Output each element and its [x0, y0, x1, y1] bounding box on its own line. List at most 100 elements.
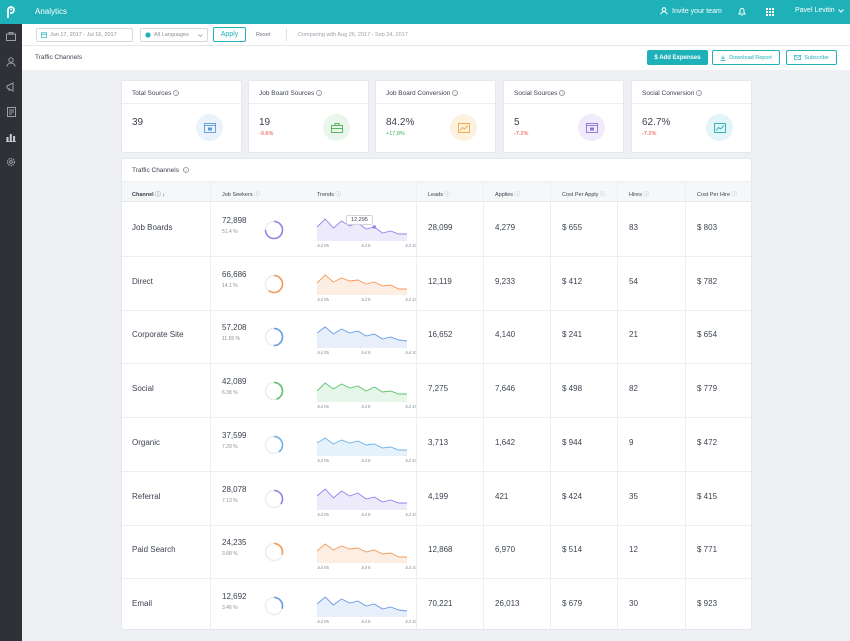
table-row[interactable]: Job Boards 72,898 28,099 4,279 $ 655 83 $ 803 5…	[122, 203, 751, 257]
table-row[interactable]: Organic 37,599 3,713 1,642 $ 944 9 $ 472 7.29 %…	[122, 418, 751, 472]
stat-card-change: +17.8%	[386, 131, 405, 137]
share-progress-ring	[264, 220, 284, 242]
jobs-nav-icon[interactable]	[0, 24, 22, 49]
calendar-icon	[41, 32, 47, 38]
settings-nav-icon[interactable]	[0, 149, 22, 174]
table-row[interactable]: Direct 66,686 12,119 9,233 $ 412 54 $ 782 14.1 …	[122, 257, 751, 311]
table-row[interactable]: Referral 28,078 4,199 421 $ 424 35 $ 415 7.13 %…	[122, 472, 751, 526]
table-row[interactable]: Paid Search 24,235 12,868 6,970 $ 514 12 $ 771…	[122, 525, 751, 580]
help-icon[interactable]: ⓘ	[334, 192, 341, 198]
column-header[interactable]: Channel ⓘ ↓	[132, 190, 165, 198]
column-divider	[416, 182, 417, 630]
stat-card-change: -7.2%	[642, 131, 657, 137]
cost-per-hire-value: $ 779	[697, 384, 718, 394]
table-row[interactable]: Email 12,692 70,221 26,013 $ 679 30 $ 923 3.46 …	[122, 579, 751, 633]
invite-team-link[interactable]: Invite your team	[660, 7, 722, 15]
help-icon[interactable]: ?	[559, 90, 566, 97]
help-icon[interactable]: ⓘ	[730, 192, 738, 198]
trend-tick-label: Jul 8	[361, 457, 371, 463]
help-icon[interactable]: ⓘ	[513, 192, 521, 198]
stat-card-divider	[376, 103, 495, 104]
column-header-label: Hires	[629, 192, 642, 198]
column-header-label: Job Seekers	[222, 192, 253, 198]
trend-sparkline[interactable]	[316, 376, 407, 404]
download-icon	[720, 55, 726, 61]
help-icon[interactable]: ?	[452, 90, 459, 97]
trend-sparkline[interactable]	[316, 322, 408, 350]
help-icon[interactable]: ⓘ	[253, 192, 260, 198]
analytics-nav-icon[interactable]	[0, 124, 22, 149]
column-header[interactable]: Cost Per Hire ⓘ	[697, 190, 737, 198]
chart-icon	[706, 114, 733, 141]
help-icon[interactable]: ?	[182, 167, 189, 173]
job-seekers-percent: 11.65 %	[222, 336, 240, 343]
table-row[interactable]: Corporate Site 57,208 16,652 4,140 $ 241 21 $ …	[122, 310, 751, 365]
job-seekers-value: 28,078	[222, 484, 247, 494]
trend-tick-label: Jul 8	[361, 618, 371, 624]
job-seekers-value: 24,235	[222, 538, 247, 548]
help-icon[interactable]: ⓘ	[154, 192, 161, 198]
stat-card: Total Sources? 39	[121, 80, 242, 153]
traffic-channels-table: Traffic Channels ? Channel ⓘ ↓ Job Seeker…	[121, 158, 752, 633]
subscribe-label: Subscribe	[804, 54, 829, 61]
trend-sparkline[interactable]	[316, 537, 407, 565]
section-title: Traffic Channels	[35, 54, 82, 61]
help-icon[interactable]: ⓘ	[598, 192, 606, 198]
column-header[interactable]: Cost Per Apply ⓘ	[562, 190, 605, 198]
help-icon[interactable]: ?	[316, 90, 323, 97]
job-seekers-percent: 7.29 %	[222, 443, 238, 450]
download-report-button[interactable]: Download Report	[712, 50, 780, 65]
job-seekers-value: 42,089	[222, 377, 247, 387]
add-expenses-button[interactable]: $ Add Expenses	[647, 50, 708, 65]
share-progress-ring	[264, 435, 284, 457]
stat-card-label: Social Sources?	[514, 90, 566, 97]
hires-value: 83	[629, 223, 638, 232]
help-icon[interactable]: ⓘ	[443, 192, 451, 198]
job-seekers-value: 37,599	[222, 430, 247, 440]
reset-button[interactable]: Reset	[256, 32, 270, 38]
column-header[interactable]: Applies ⓘ	[495, 190, 520, 198]
app-logo[interactable]	[0, 0, 22, 24]
trend-sparkline[interactable]	[316, 591, 408, 619]
sidebar	[0, 0, 22, 641]
job-seekers-value: 57,208	[222, 323, 247, 333]
column-header[interactable]: Leads ⓘ	[428, 190, 450, 198]
help-icon[interactable]: ?	[173, 90, 180, 97]
megaphone-nav-icon[interactable]	[0, 74, 22, 99]
column-header-label: Leads	[428, 192, 443, 198]
apply-button[interactable]: Apply	[213, 27, 246, 42]
share-progress-ring	[264, 327, 284, 349]
table-title-text: Traffic Channels	[132, 167, 179, 174]
envelope-icon	[794, 55, 802, 60]
channel-name: Job Boards	[132, 223, 173, 232]
column-header-label: Cost Per Hire	[697, 192, 731, 198]
subscribe-button[interactable]: Subscribe	[786, 50, 837, 65]
column-header[interactable]: Job Seekers ⓘ	[222, 190, 260, 198]
bell-icon[interactable]	[738, 7, 746, 18]
help-icon[interactable]: ?	[696, 90, 703, 97]
language-select[interactable]: All Languages	[140, 28, 208, 42]
help-icon[interactable]: ⓘ	[642, 192, 649, 198]
section-header: Traffic Channels $ Add Expenses Download…	[22, 46, 850, 70]
document-nav-icon[interactable]	[0, 99, 22, 124]
cost-per-hire-value: $ 472	[697, 437, 718, 447]
sort-arrow-icon[interactable]: ↓	[161, 192, 165, 198]
column-header[interactable]: Hires ⓘ	[629, 190, 649, 198]
column-divider	[617, 182, 618, 630]
trend-sparkline[interactable]	[316, 484, 407, 512]
language-value: All Languages	[154, 32, 189, 38]
cost-per-apply-value: $ 514	[562, 545, 583, 555]
cost-per-hire-value: $ 782	[697, 276, 718, 286]
applies-value: 9,233	[495, 276, 516, 286]
apps-grid-icon[interactable]	[766, 8, 774, 18]
date-range-select[interactable]: Jun 17, 2017 - Jul 16, 2017	[36, 28, 133, 42]
table-row[interactable]: Social 42,089 7,275 7,646 $ 498 82 $ 779 6.38 %…	[122, 364, 751, 419]
column-header[interactable]: Trends ⓘ	[317, 190, 341, 198]
channel-name: Referral	[132, 491, 161, 501]
users-nav-icon[interactable]	[0, 49, 22, 74]
user-menu[interactable]: Pavel Levitin	[795, 7, 844, 14]
trend-sparkline[interactable]	[316, 430, 407, 458]
applies-value: 6,970	[495, 545, 516, 555]
cost-per-apply-value: $ 498	[562, 384, 583, 394]
trend-sparkline[interactable]	[316, 269, 407, 297]
